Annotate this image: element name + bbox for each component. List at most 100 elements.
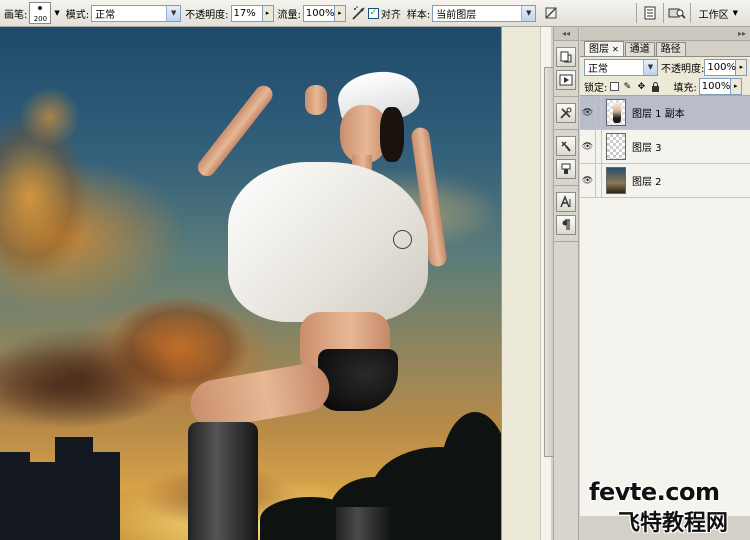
- clone-source-icon[interactable]: [556, 159, 576, 179]
- ignore-adjustment-layers-icon[interactable]: [542, 4, 560, 22]
- close-icon[interactable]: ✕: [612, 43, 619, 56]
- tool-presets-icon[interactable]: [556, 103, 576, 123]
- history-panel-icon[interactable]: [556, 47, 576, 67]
- dock-collapse-button[interactable]: ◂◂: [554, 27, 578, 41]
- paragraph-panel-icon[interactable]: [556, 215, 576, 235]
- visibility-eye-icon[interactable]: 👁: [580, 163, 596, 198]
- boot: [188, 422, 258, 540]
- toolbar-divider: [689, 3, 691, 23]
- layers-list: 👁 图层 1 副本 👁 图层 3 👁 图层 2: [580, 95, 750, 516]
- tab-paths[interactable]: 路径: [655, 42, 686, 56]
- mode-select[interactable]: 正常 ▼: [91, 4, 182, 22]
- toolbar-divider: [662, 3, 664, 23]
- flow-slider-toggle[interactable]: ▸: [334, 4, 346, 22]
- cloud: [20, 87, 80, 147]
- brush-dropdown-icon[interactable]: ▼: [54, 9, 59, 17]
- layer-name: 图层 1 副本: [632, 109, 685, 120]
- building-silhouette: [92, 452, 120, 540]
- chevron-down-icon: ▼: [732, 9, 738, 17]
- lock-transparency-icon[interactable]: [610, 82, 620, 91]
- document-canvas[interactable]: [0, 27, 501, 540]
- chevron-down-icon: ▼: [166, 5, 181, 21]
- tab-label: 通道: [629, 44, 650, 55]
- options-bar: 画笔: 200 ▼ 模式: 正常 ▼ 不透明度: 17% ▸ 流量: 100% …: [0, 0, 750, 27]
- lock-label: 锁定:: [584, 83, 608, 94]
- blend-row: 正常 ▼ 不透明度: 100% ▸: [580, 57, 750, 78]
- chevron-down-icon: ▼: [521, 5, 536, 21]
- link-slot[interactable]: [596, 129, 602, 164]
- fill-input[interactable]: 100%: [698, 78, 731, 95]
- boot: [336, 507, 390, 540]
- layer-thumbnail: [606, 99, 626, 126]
- sample-label: 样本:: [406, 9, 431, 21]
- shorts: [318, 349, 398, 411]
- visibility-eye-icon[interactable]: 👁: [580, 95, 596, 130]
- tab-channels[interactable]: 通道: [624, 42, 655, 56]
- opacity-input[interactable]: 17%: [230, 4, 263, 22]
- opacity-slider-toggle[interactable]: ▸: [262, 4, 274, 22]
- building-silhouette: [55, 437, 93, 540]
- left-arm: [194, 82, 277, 180]
- building-silhouette: [28, 462, 58, 540]
- left-hand: [305, 85, 327, 115]
- layer-name: 图层 3: [632, 143, 662, 154]
- fill-label: 填充:: [673, 83, 697, 94]
- hair: [380, 107, 404, 162]
- character-panel-icon[interactable]: [556, 192, 576, 212]
- tab-layers[interactable]: 图层 ✕: [584, 41, 624, 56]
- layer-row[interactable]: 👁 图层 3: [580, 129, 750, 164]
- fill-slider-toggle[interactable]: ▸: [730, 78, 742, 95]
- layer-opacity-input[interactable]: 100%: [704, 59, 737, 76]
- lock-pixels-icon[interactable]: ✎: [621, 81, 633, 93]
- panel-tabs: 图层 ✕ 通道 路径: [580, 41, 750, 57]
- opacity-label: 不透明度:: [185, 9, 229, 21]
- file-browser-icon[interactable]: [668, 4, 686, 22]
- watermark-domain: fevte.com: [589, 478, 720, 506]
- palette-well-icon[interactable]: [641, 4, 659, 22]
- layer-row[interactable]: 👁 图层 2: [580, 163, 750, 198]
- blend-mode-value: 正常: [588, 64, 608, 75]
- link-slot[interactable]: [596, 95, 602, 130]
- building-silhouette: [0, 452, 30, 540]
- layer-row[interactable]: 👁 图层 1 副本: [580, 95, 750, 130]
- layer-thumbnail: [606, 167, 626, 194]
- brush-size: 200: [33, 15, 48, 23]
- lock-position-icon[interactable]: ✥: [635, 81, 647, 93]
- layer-name: 图层 2: [632, 177, 662, 188]
- layer-opacity-slider-toggle[interactable]: ▸: [736, 59, 748, 76]
- visibility-eye-icon[interactable]: 👁: [580, 129, 596, 164]
- lock-all-icon[interactable]: [649, 81, 661, 93]
- canvas-pasteboard: [501, 27, 555, 540]
- chevron-down-icon: ▼: [643, 60, 657, 75]
- palette-dock: ◂◂: [553, 27, 579, 540]
- tab-label: 路径: [660, 44, 681, 55]
- sample-select[interactable]: 当前图层 ▼: [432, 4, 537, 22]
- aligned-checkbox[interactable]: ✓: [367, 7, 379, 19]
- toolbar-divider: [635, 3, 637, 23]
- mode-value: 正常: [95, 9, 116, 21]
- aligned-label: 对齐: [380, 9, 401, 21]
- watermark-site-name: 飞特教程网: [618, 511, 729, 536]
- cloud: [0, 327, 180, 427]
- lock-row: 锁定: ✎ ✥ 填充: 100% ▸: [580, 78, 750, 96]
- mode-label: 模式:: [65, 9, 90, 21]
- actions-panel-icon[interactable]: [556, 70, 576, 90]
- layer-thumbnail: [606, 133, 626, 160]
- airbrush-icon[interactable]: [350, 4, 368, 22]
- flow-input[interactable]: 100%: [302, 4, 335, 22]
- panel-collapse-button[interactable]: ▸▸: [580, 27, 750, 41]
- blend-mode-select[interactable]: 正常 ▼: [584, 59, 658, 76]
- tab-label: 图层: [589, 43, 609, 55]
- flow-label: 流量:: [277, 9, 301, 21]
- brush-cursor-circle: [393, 230, 412, 249]
- workspace-menu-button[interactable]: 工作区 ▼: [695, 4, 742, 22]
- layers-panel: ▸▸ 图层 ✕ 通道 路径 正常 ▼ 不透明度: 100% ▸ 锁定: ✎ ✥ …: [580, 27, 750, 540]
- brush-label: 画笔:: [4, 9, 28, 21]
- brushes-panel-icon[interactable]: [556, 136, 576, 156]
- sample-value: 当前图层: [436, 9, 477, 21]
- link-slot[interactable]: [596, 163, 602, 198]
- layer-opacity-label: 不透明度:: [661, 64, 705, 75]
- workspace-label: 工作区: [698, 9, 729, 21]
- brush-preset-picker[interactable]: 200: [29, 2, 52, 24]
- brush-tip-icon: [38, 6, 43, 10]
